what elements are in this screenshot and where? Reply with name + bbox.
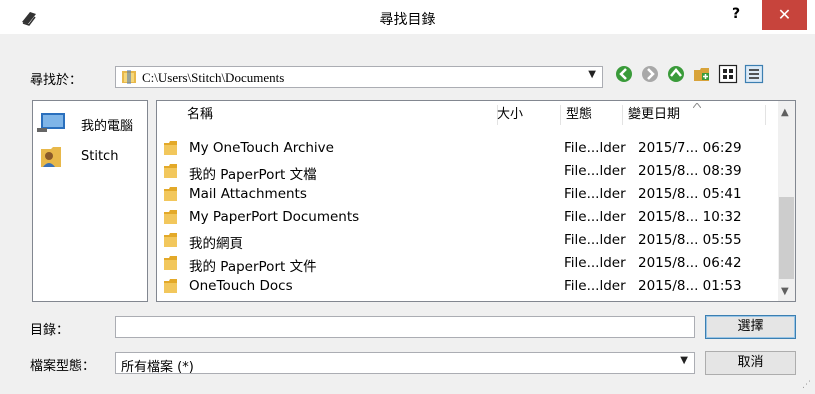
file-name: 我的 PaperPort 文檔 <box>189 167 317 183</box>
table-row[interactable]: My PaperPort Documents File...lder 2015/… <box>157 206 777 229</box>
place-stitch[interactable]: Stitch <box>37 145 147 169</box>
column-header-type[interactable]: 型態 <box>566 101 592 129</box>
table-row[interactable]: My OneTouch Archive File...lder 2015/7..… <box>157 137 777 160</box>
folder-icon <box>164 233 177 247</box>
file-type: File...lder <box>564 163 626 179</box>
place-my-computer[interactable]: 我的電腦 <box>37 111 147 135</box>
file-type-combo[interactable]: 所有檔案 (*) ▼ <box>115 352 695 375</box>
column-divider[interactable] <box>765 105 766 125</box>
file-type: File...lder <box>564 232 626 248</box>
file-type-label: 檔案型態： <box>30 359 96 374</box>
file-date: 2015/7... 06:29 <box>638 140 742 156</box>
file-date: 2015/8... 08:39 <box>638 163 742 179</box>
up-folder-icon[interactable] <box>666 64 686 84</box>
file-name: My OneTouch Archive <box>189 140 334 156</box>
places-panel: 我的電腦 Stitch <box>32 100 148 302</box>
window-title: 尋找目錄 <box>379 12 436 28</box>
column-divider[interactable] <box>560 105 561 125</box>
user-folder-icon <box>41 147 61 167</box>
folder-icon <box>164 164 177 178</box>
column-header-size[interactable]: 大小 <box>497 101 523 129</box>
table-row[interactable]: 我的 PaperPort 文檔 File...lder 2015/8... 08… <box>157 160 777 183</box>
file-date: 2015/8... 05:41 <box>638 186 742 202</box>
vertical-scrollbar[interactable]: ▲ ▼ <box>778 101 795 301</box>
place-label: 我的電腦 <box>81 119 134 134</box>
close-button[interactable]: ✕ <box>762 0 807 30</box>
folder-icon <box>122 70 136 84</box>
cancel-button[interactable]: 取消 <box>705 351 796 375</box>
forward-arrow-icon[interactable] <box>640 64 660 84</box>
file-type: File...lder <box>564 186 626 202</box>
folder-icon <box>164 187 177 201</box>
folder-icon <box>164 256 177 270</box>
scroll-up-icon[interactable]: ▲ <box>781 107 789 118</box>
folder-icon <box>164 141 177 155</box>
file-type: File...lder <box>564 255 626 271</box>
details-view-icon[interactable] <box>744 64 764 84</box>
computer-icon <box>37 113 65 132</box>
file-name: 我的網頁 <box>189 236 243 252</box>
file-name: 我的 PaperPort 文件 <box>189 259 317 275</box>
new-folder-icon[interactable] <box>692 64 712 84</box>
table-row[interactable]: 我的 PaperPort 文件 File...lder 2015/8... 06… <box>157 252 777 275</box>
directory-label: 目錄： <box>30 323 70 338</box>
file-list: 名稱 大小 型態 變更日期 My OneTouch Archive File..… <box>156 100 796 302</box>
resize-grip-icon[interactable]: ⋰ <box>802 380 811 390</box>
chevron-down-icon[interactable]: ▼ <box>588 69 596 80</box>
column-divider[interactable] <box>622 105 623 125</box>
look-in-path: C:\Users\Stitch\Documents <box>142 70 285 85</box>
choose-button[interactable]: 選擇 <box>705 315 796 339</box>
table-row[interactable]: Mail Attachments File...lder 2015/8... 0… <box>157 183 777 206</box>
column-header-modified[interactable]: 變更日期 <box>628 101 680 129</box>
chevron-down-icon[interactable]: ▼ <box>680 355 688 366</box>
folder-icon <box>164 210 177 224</box>
file-name: Mail Attachments <box>189 186 307 202</box>
directory-input[interactable] <box>115 316 695 338</box>
file-type-value: 所有檔案 (*) <box>121 360 194 375</box>
file-date: 2015/8... 10:32 <box>638 209 742 225</box>
help-button[interactable]: ? <box>726 6 746 28</box>
look-in-combo[interactable]: C:\Users\Stitch\Documents ▼ <box>115 66 603 88</box>
list-view-icon[interactable] <box>718 64 738 84</box>
place-label: Stitch <box>81 149 119 164</box>
file-date: 2015/8... 06:42 <box>638 255 742 271</box>
title-bar: 尋找目錄 ? ✕ <box>0 0 815 34</box>
table-row[interactable]: 我的網頁 File...lder 2015/8... 05:55 <box>157 229 777 252</box>
sort-up-icon <box>693 103 701 108</box>
file-date: 2015/8... 05:55 <box>638 232 742 248</box>
file-type: File...lder <box>564 140 626 156</box>
scroll-down-icon[interactable]: ▼ <box>781 286 789 297</box>
look-in-label: 尋找於： <box>30 73 83 88</box>
file-date: 2015/8... 01:53 <box>638 278 742 294</box>
file-name: My PaperPort Documents <box>189 209 360 225</box>
file-type: File...lder <box>564 278 626 294</box>
file-type: File...lder <box>564 209 626 225</box>
table-row[interactable]: OneTouch Docs File...lder 2015/8... 01:5… <box>157 275 777 298</box>
column-header-name[interactable]: 名稱 <box>187 101 213 129</box>
back-arrow-icon[interactable] <box>614 64 634 84</box>
file-name: OneTouch Docs <box>189 278 293 294</box>
scrollbar-thumb[interactable] <box>779 197 794 279</box>
folder-icon <box>164 279 177 293</box>
